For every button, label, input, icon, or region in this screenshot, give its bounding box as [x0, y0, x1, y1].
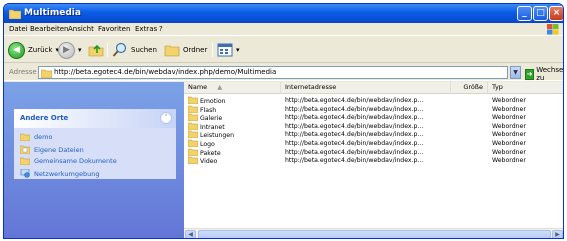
address-value: http://beta.egotec4.de/bin/webdav/index.… — [54, 68, 277, 76]
task-link-shared-documents[interactable]: Gemeinsame Dokumente — [20, 157, 117, 165]
sort-ascending-icon: ▲ — [217, 83, 223, 91]
task-link-demo[interactable]: demo — [20, 133, 52, 141]
maximize-button[interactable]: □ — [533, 6, 548, 21]
menu-help[interactable]: ? — [159, 25, 163, 33]
go-button[interactable]: ➜ Wechseln zu — [525, 66, 564, 82]
web-folder-icon — [188, 96, 199, 105]
address-label: Adresse — [9, 68, 37, 76]
folders-button[interactable]: Ordner — [164, 41, 207, 59]
search-label: Suchen — [131, 46, 157, 54]
column-label: Größe — [463, 83, 483, 91]
folder-icon — [20, 133, 30, 141]
task-link-my-documents[interactable]: Eigene Dateien — [20, 145, 84, 154]
network-icon — [20, 169, 30, 178]
column-header-url[interactable]: Internetadresse — [281, 82, 451, 94]
menu-bar: Datei Bearbeiten Ansicht Favoriten Extra… — [4, 23, 563, 36]
documents-folder-icon — [20, 145, 30, 154]
task-pane: Andere Orte ˄ demo Eigene Dateien Gemein… — [4, 82, 184, 238]
name-cell: Video — [188, 156, 280, 166]
column-header-type[interactable]: Typ — [488, 82, 563, 94]
chevron-down-icon: ▾ — [78, 46, 82, 54]
menu-extras[interactable]: Extras — [135, 25, 157, 33]
windows-logo-icon — [547, 24, 559, 35]
scroll-left-icon[interactable]: ◀ — [185, 230, 196, 238]
web-folder-icon — [188, 113, 199, 122]
address-dropdown-button[interactable]: ▼ — [510, 66, 521, 79]
menu-favoriten[interactable]: Favoriten — [98, 25, 130, 33]
views-button[interactable]: ▾ — [217, 41, 240, 59]
up-folder-button[interactable] — [88, 41, 104, 59]
go-arrow-icon: ➜ — [525, 68, 535, 80]
type-cell: Webordner — [492, 157, 526, 165]
task-link-network[interactable]: Netzwerkumgebung — [20, 169, 99, 178]
column-header-size[interactable]: Größe — [451, 82, 488, 94]
folders-icon — [164, 45, 180, 57]
horizontal-scrollbar[interactable]: ◀ ▶ — [184, 228, 563, 238]
table-row[interactable]: Video http://beta.egotec4.de/bin/webdav/i… — [184, 156, 563, 166]
task-link-label: demo — [34, 133, 53, 141]
minimize-button[interactable]: _ — [517, 6, 532, 21]
back-button[interactable]: ◀ Zurück ▾ — [8, 41, 59, 59]
back-label: Zurück — [28, 46, 53, 54]
scroll-right-icon[interactable]: ▶ — [552, 230, 563, 238]
web-folder-icon — [188, 148, 199, 156]
address-bar: Adresse http://beta.egotec4.de/bin/webda… — [4, 64, 564, 82]
window-title: Multimedia — [24, 8, 81, 18]
back-arrow-icon: ◀ — [8, 41, 25, 59]
chevron-down-icon: ▾ — [236, 46, 240, 54]
task-link-label: Eigene Dateien — [34, 145, 84, 154]
column-label: Internetadresse — [285, 83, 337, 91]
column-label: Typ — [492, 83, 503, 91]
go-label: Wechseln zu — [536, 66, 564, 82]
search-icon — [112, 42, 127, 57]
toolbar-separator — [212, 43, 213, 57]
column-label: Name — [188, 83, 208, 91]
folder-icon — [41, 69, 52, 78]
column-header-name[interactable]: Name ▲ — [184, 82, 281, 94]
url-cell: http://beta.egotec4.de/bin/webdav/index.… — [285, 157, 424, 165]
toolbar: ◀ Zurück ▾ ▶ ▾ Suchen Ordner — [4, 37, 563, 63]
folders-label: Ordner — [183, 46, 208, 54]
views-icon — [217, 43, 233, 57]
web-folder-icon — [188, 139, 199, 148]
file-list: Name ▲ Internetadresse Größe Typ Emotion… — [184, 82, 563, 228]
web-folder-icon — [188, 122, 199, 131]
folder-icon — [9, 9, 21, 19]
content-area: Andere Orte ˄ demo Eigene Dateien Gemein… — [4, 82, 563, 238]
other-places-panel: Andere Orte ˄ demo Eigene Dateien Gemein… — [14, 109, 176, 179]
toolbar-separator — [107, 43, 108, 57]
shared-folder-icon — [20, 157, 30, 165]
web-folder-icon — [188, 131, 199, 139]
panel-header[interactable]: Andere Orte ˄ — [14, 109, 176, 128]
search-button[interactable]: Suchen — [112, 41, 157, 59]
forward-arrow-icon: ▶ — [58, 41, 75, 59]
address-input[interactable]: http://beta.egotec4.de/bin/webdav/index.… — [38, 66, 508, 79]
web-folder-icon — [188, 105, 199, 113]
menu-datei[interactable]: Datei — [9, 25, 28, 33]
title-bar[interactable]: Multimedia _ □ × — [4, 4, 563, 23]
task-link-label: Gemeinsame Dokumente — [34, 157, 117, 165]
explorer-window: Multimedia _ □ × Datei Bearbeiten Ansich… — [3, 3, 564, 239]
forward-button[interactable]: ▶ ▾ — [58, 41, 82, 59]
web-folder-icon — [188, 156, 199, 165]
close-button[interactable]: × — [549, 6, 563, 21]
up-folder-icon — [88, 44, 104, 57]
menu-ansicht[interactable]: Ansicht — [68, 25, 94, 33]
task-link-label: Netzwerkumgebung — [34, 169, 100, 178]
panel-title: Andere Orte — [20, 114, 69, 122]
scroll-thumb[interactable] — [198, 230, 551, 238]
collapse-icon[interactable]: ˄ — [160, 112, 172, 124]
menu-bearbeiten[interactable]: Bearbeiten — [30, 25, 68, 33]
file-name: Video — [200, 158, 218, 166]
